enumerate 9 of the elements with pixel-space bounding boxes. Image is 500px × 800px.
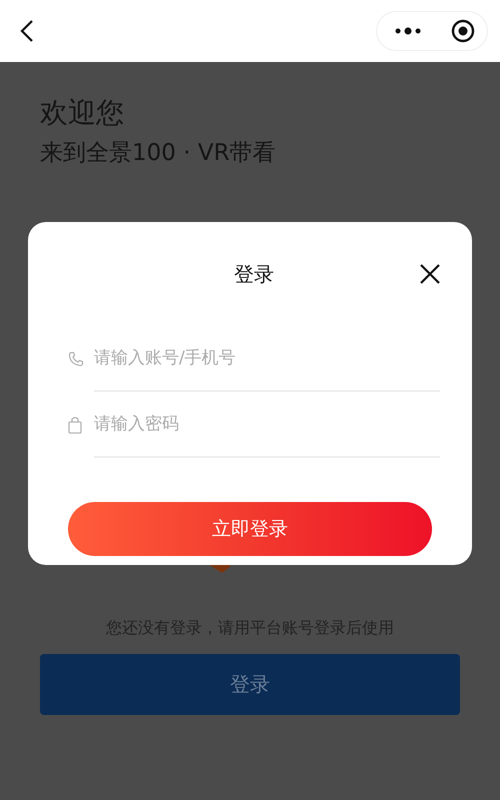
close-target-icon[interactable] xyxy=(451,19,475,43)
close-icon[interactable] xyxy=(420,264,440,284)
login-submit-button[interactable]: 立即登录 xyxy=(68,502,432,556)
phone-icon xyxy=(68,351,84,367)
more-icon[interactable] xyxy=(395,26,421,36)
lock-icon xyxy=(68,416,82,434)
back-icon[interactable] xyxy=(20,19,34,43)
login-button[interactable]: 登录 xyxy=(40,654,460,715)
dialog-title: 登录 xyxy=(234,260,274,288)
